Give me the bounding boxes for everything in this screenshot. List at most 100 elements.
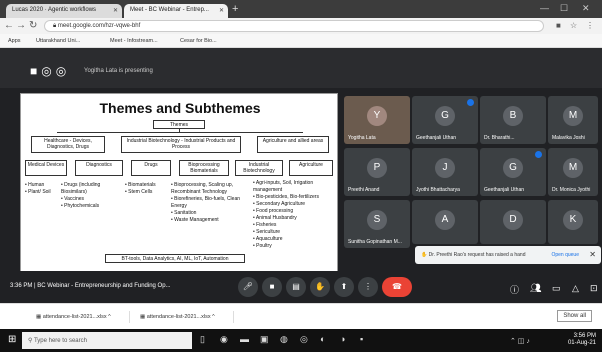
- edge-icon[interactable]: ◉: [220, 334, 228, 345]
- list-item: Agri-inputs, Soil, Irrigation management: [253, 180, 335, 194]
- menu-icon[interactable]: ⋮: [586, 21, 594, 30]
- meet-window: ■◎◎ Yogitha Lata is presenting Themes an…: [0, 48, 602, 303]
- people-icon[interactable]: 👥︎: [530, 283, 541, 294]
- back-icon[interactable]: ←: [4, 20, 14, 31]
- task-view-icon[interactable]: ▯: [200, 334, 205, 345]
- system-clock[interactable]: 3:56 PM 01-Aug-21: [568, 333, 596, 347]
- reload-icon[interactable]: ↻: [29, 20, 37, 31]
- list-item: Stem Cells: [125, 189, 169, 196]
- list-item: Phytochemicals: [61, 203, 121, 210]
- bookmark-item[interactable]: Cesar for Bio...: [180, 38, 217, 44]
- slide-title: Themes and Subthemes: [99, 100, 261, 116]
- file-explorer-icon[interactable]: ▬: [240, 334, 249, 344]
- participant-tile[interactable]: S Sunitha Gopinathan M...: [344, 200, 410, 248]
- bookmark-apps[interactable]: Apps: [8, 38, 21, 44]
- file-icon: ▦: [140, 314, 147, 320]
- participant-tile[interactable]: P Preethi Anand: [344, 148, 410, 196]
- participant-name: Preethi Anand: [348, 187, 380, 193]
- camera-toggle-button[interactable]: ■: [262, 277, 282, 297]
- participant-tile[interactable]: B Dr. Bharathi...: [480, 96, 546, 144]
- slide-level3-box: Diagnostics: [75, 160, 123, 176]
- info-icon[interactable]: ⓘ: [510, 283, 519, 296]
- participant-tile[interactable]: Y Yogitha Lata: [344, 96, 410, 144]
- taskbar-search-input[interactable]: ⚲ Type here to search: [22, 332, 192, 349]
- participant-tile[interactable]: G Geethanjali Uthan: [412, 96, 478, 144]
- close-window-icon[interactable]: ✕: [582, 3, 590, 14]
- camera-icon[interactable]: ■: [556, 21, 561, 30]
- browser-tab-1[interactable]: Lucas 2020 · Agentic workflows ✕: [6, 4, 122, 18]
- list-item: Sericulture: [253, 229, 335, 236]
- app-icon[interactable]: ◎: [300, 334, 308, 345]
- search-placeholder: Type here to search: [33, 338, 87, 344]
- downloads-bar: ▦ attendance-list-2021...xlsx ^ ▦ attend…: [0, 303, 602, 329]
- chevron-up-icon[interactable]: ^: [108, 314, 111, 320]
- participant-tile[interactable]: M Dr. Monica Jyothi: [548, 148, 598, 196]
- present-button[interactable]: ⬆: [334, 277, 354, 297]
- chevron-up-icon[interactable]: ^: [212, 314, 215, 320]
- slide-level3-box: Industrial Biotechnology: [235, 160, 283, 176]
- more-options-button[interactable]: ⋮: [358, 277, 378, 297]
- new-tab-icon[interactable]: +: [232, 3, 238, 15]
- list-item: Food processing: [253, 208, 335, 215]
- close-icon[interactable]: ✕: [219, 7, 224, 14]
- raise-hand-button[interactable]: ✋: [310, 277, 330, 297]
- list-item: Animal Husbandry: [253, 215, 335, 222]
- participant-tile[interactable]: D: [480, 200, 546, 244]
- download-item[interactable]: ▦ attendance-list-2021...xlsx ^: [134, 311, 234, 323]
- hand-icon: ✋: [421, 252, 429, 258]
- leave-call-button[interactable]: ☎: [382, 277, 412, 297]
- clock-date: 01-Aug-21: [567, 340, 596, 346]
- app-icon[interactable]: ◑: [340, 334, 345, 344]
- bookmark-item[interactable]: Meet - Infostream...: [110, 38, 158, 44]
- chat-icon[interactable]: ▭: [552, 283, 561, 294]
- star-icon[interactable]: ☆: [570, 21, 577, 30]
- participant-tile[interactable]: A: [412, 200, 478, 244]
- system-tray-icons[interactable]: ⌃ ◫ ♪: [510, 337, 530, 345]
- minimize-icon[interactable]: —: [540, 3, 549, 13]
- close-icon[interactable]: ✕: [589, 250, 596, 259]
- bookmark-item[interactable]: Uttarakhand Uni...: [36, 38, 80, 44]
- participant-name: Geethanjali Uthan: [484, 187, 525, 193]
- browser-tab-2[interactable]: Meet - BC Webinar - Entrep... ✕: [124, 4, 228, 18]
- slide-root-box: Themes: [153, 120, 205, 129]
- captions-button[interactable]: ▤: [286, 277, 306, 297]
- participant-name: Jyothi Bhattacharya: [416, 187, 460, 193]
- mic-icon: [467, 99, 474, 106]
- forward-icon[interactable]: →: [16, 20, 26, 31]
- address-bar[interactable]: 🔒︎ meet.google.com/hzr-vqwe-bhf: [44, 20, 544, 32]
- avatar: K: [563, 210, 583, 230]
- windows-start-icon[interactable]: ⊞: [8, 334, 16, 345]
- presenter-controls[interactable]: ■◎◎: [30, 64, 70, 78]
- tab-label: Lucas 2020 · Agentic workflows: [12, 7, 97, 13]
- app-icon[interactable]: ◐: [320, 334, 325, 344]
- toast-text: Dr. Preethi Rao's request has raised a h…: [428, 252, 526, 258]
- participant-name: Yogitha Lata: [348, 135, 376, 141]
- participant-tile[interactable]: K: [548, 200, 598, 244]
- slide-level3-box: Bioprocessing Biomaterials: [179, 160, 229, 176]
- activities-icon[interactable]: △: [572, 283, 579, 294]
- download-item[interactable]: ▦ attendance-list-2021...xlsx ^: [30, 311, 130, 323]
- participant-tile[interactable]: J Jyothi Bhattacharya: [412, 148, 478, 196]
- list-item: Waste Management: [171, 217, 249, 224]
- close-icon[interactable]: ✕: [113, 7, 118, 14]
- windows-taskbar: ⊞ ⚲ Type here to search ▯ ◉ ▬ ▣ ◍ ◎ ◐ ◑ …: [0, 329, 602, 352]
- file-icon: ▦: [36, 314, 43, 320]
- store-icon[interactable]: ▣: [260, 334, 269, 345]
- avatar: M: [563, 106, 583, 126]
- app-icon[interactable]: ▪: [360, 334, 363, 344]
- participant-tile[interactable]: M Malavika Joshi: [548, 96, 598, 144]
- slide-level3-box: Drugs: [131, 160, 171, 176]
- tab-label: Meet - BC Webinar - Entrep...: [130, 7, 209, 13]
- avatar: G: [435, 106, 455, 126]
- meeting-info: 3:36 PM | BC Webinar - Entrepreneurship …: [10, 283, 171, 289]
- show-all-button[interactable]: Show all: [557, 310, 592, 322]
- maximize-icon[interactable]: ☐: [560, 3, 568, 14]
- chrome-icon[interactable]: ◍: [280, 334, 288, 345]
- avatar: P: [367, 158, 387, 178]
- mic-toggle-button[interactable]: 🎤︎: [238, 277, 258, 297]
- open-queue-button[interactable]: Open queue: [551, 252, 579, 258]
- participant-tile[interactable]: G Geethanjali Uthan: [480, 148, 546, 196]
- meeting-title: BC Webinar - Entrepreneurship and Fundin…: [37, 283, 171, 289]
- avatar: B: [503, 106, 523, 126]
- lock-icon[interactable]: ⊡: [590, 283, 598, 294]
